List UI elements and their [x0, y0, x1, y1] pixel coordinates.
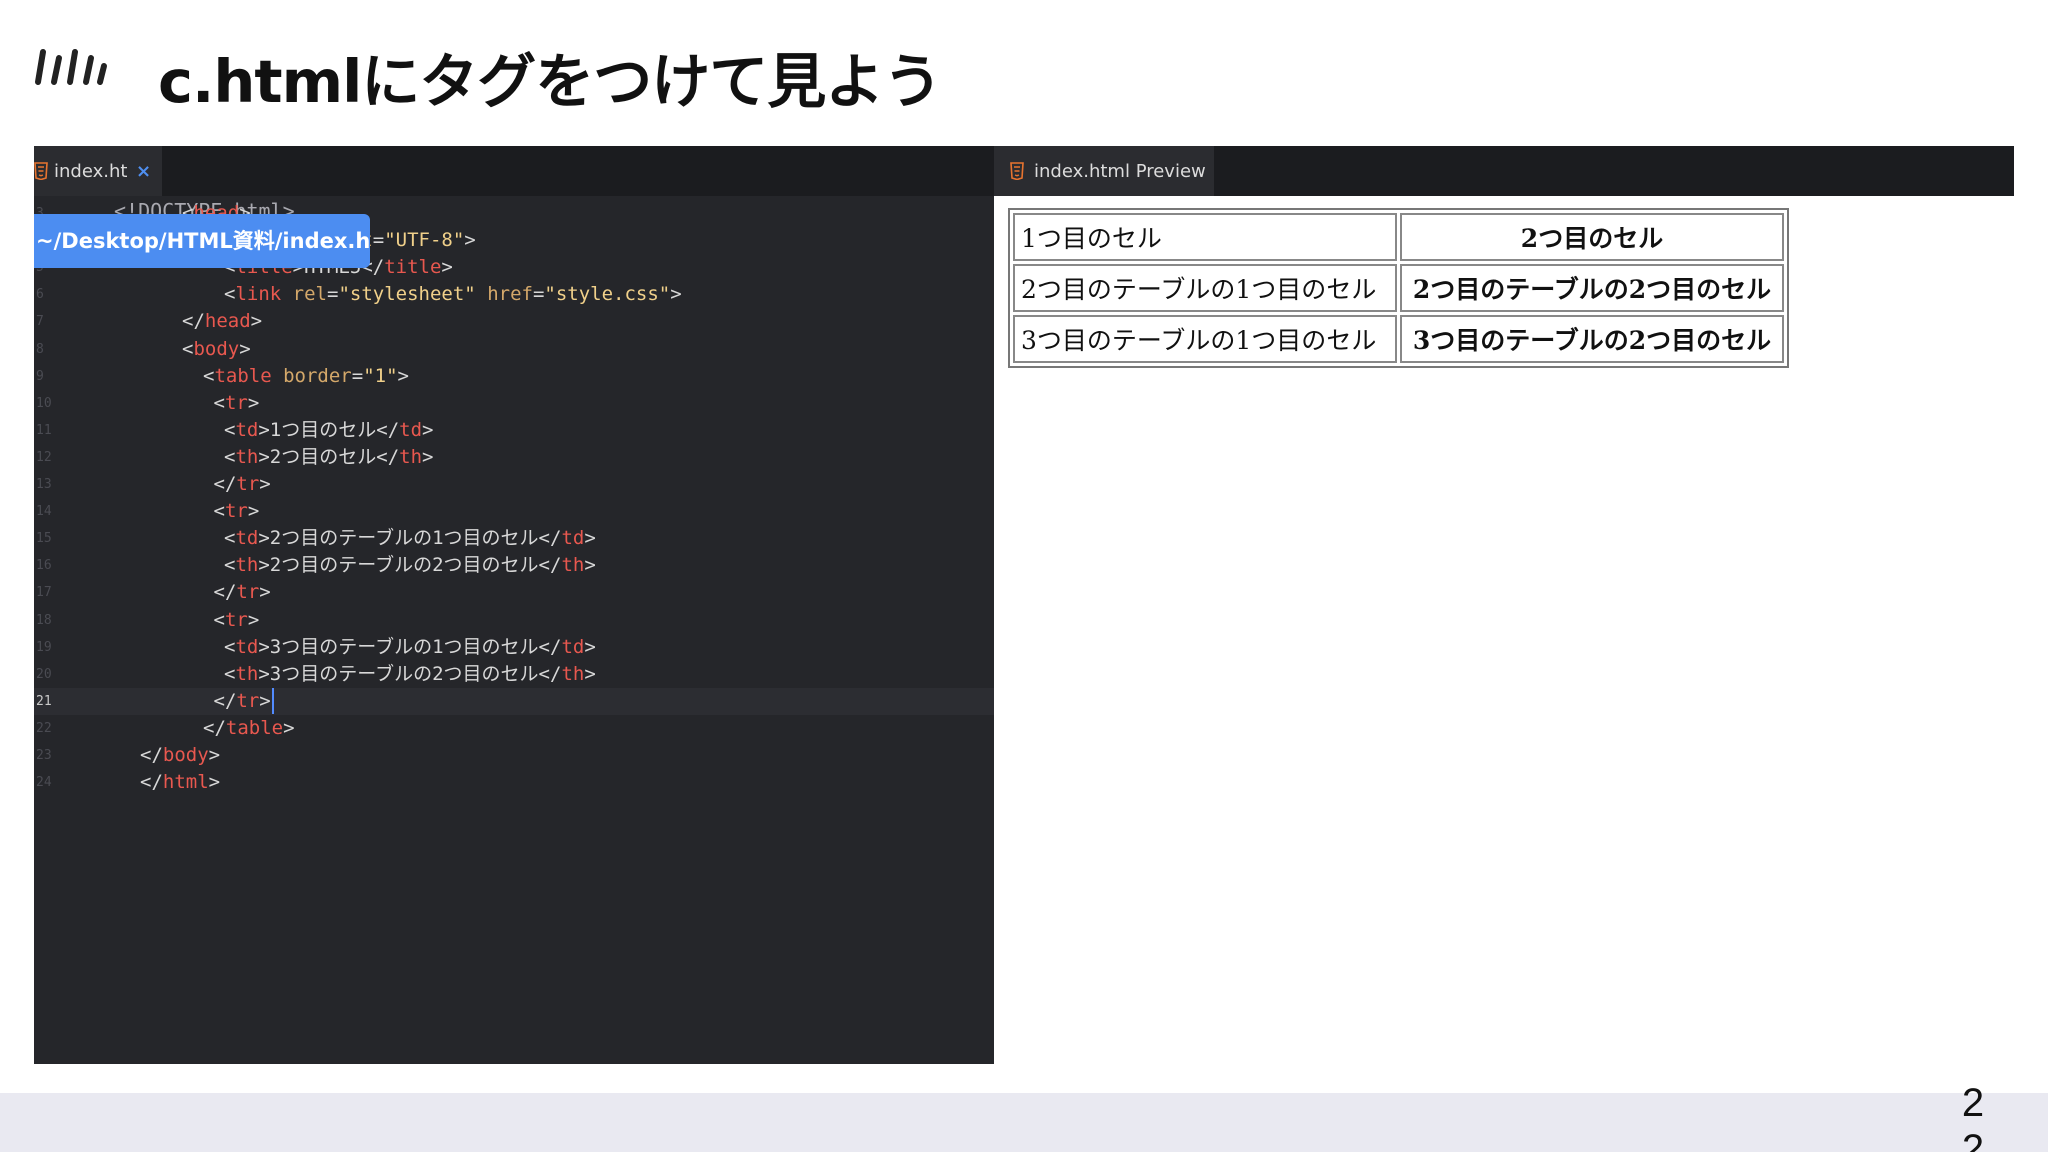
line-number: 7: [36, 314, 44, 330]
code-line[interactable]: 20 <th>3つ目のテーブルの2つ目のセル</th>: [34, 661, 994, 688]
table-row: 2つ目のテーブルの1つ目のセル 2つ目のテーブルの2つ目のセル: [1013, 264, 1784, 312]
editor-tab-bar: index.html ×: [34, 146, 994, 196]
preview-tab-bar: index.html Preview: [994, 146, 2014, 196]
code-editor[interactable]: index.html × <!DOCTYPE html> 3<head>4<me…: [34, 146, 994, 1064]
code-text: <link rel="stylesheet" href="style.css">: [224, 283, 682, 306]
code-text: </tr>: [213, 473, 271, 495]
line-number: 6: [36, 287, 44, 303]
code-line[interactable]: 12 <th>2つ目のセル</th>: [34, 444, 994, 471]
code-text: <tr>: [213, 391, 260, 414]
code-text: </table>: [203, 716, 295, 739]
code-line[interactable]: 21 </tr>: [34, 687, 994, 715]
html5-file-icon: [1010, 162, 1024, 180]
slide-title: c.htmlにタグをつけて見よう: [158, 47, 942, 116]
code-line[interactable]: 8 <body>: [34, 336, 994, 363]
code-text: </tr>: [214, 688, 274, 715]
code-text: <tr>: [213, 500, 260, 523]
line-number: 15: [36, 531, 52, 547]
rendered-table: 1つ目のセル 2つ目のセル 2つ目のテーブルの1つ目のセル 2つ目のテーブルの2つ目の…: [1008, 208, 1789, 368]
table-header-cell: 2つ目のセル: [1400, 213, 1784, 261]
table-data-cell: 2つ目のテーブルの1つ目のセル: [1013, 264, 1397, 312]
table-header-cell: 3つ目のテーブルの2つ目のセル: [1400, 315, 1784, 363]
preview-tab-label: index.html Preview: [1034, 160, 1206, 182]
code-line[interactable]: 7 </head>: [34, 308, 994, 335]
code-text: <tr>: [213, 608, 260, 631]
line-number: 12: [36, 449, 52, 465]
code-text: <td>1つ目のセル</td>: [224, 418, 434, 441]
code-line[interactable]: 6 <link rel="stylesheet" href="style.css"…: [34, 281, 994, 308]
code-text: </tr>: [213, 581, 271, 604]
line-number: 16: [36, 558, 52, 574]
table-row: 3つ目のテーブルの1つ目のセル 3つ目のテーブルの2つ目のセル: [1013, 315, 1784, 363]
code-line[interactable]: 11 <td>1つ目のセル</td>: [34, 417, 994, 444]
tab-index-html-preview[interactable]: index.html Preview: [994, 146, 1214, 196]
line-number: 9: [36, 368, 44, 384]
code-line[interactable]: 13 </tr>: [34, 471, 994, 498]
html-preview-pane: index.html Preview 1つ目のセル 2つ目のセル 2つ目のテーブルの…: [994, 146, 2014, 1064]
line-number: 13: [36, 477, 52, 492]
code-line[interactable]: 23 </body>: [34, 742, 994, 769]
code-line[interactable]: 17 </tr>: [34, 579, 994, 606]
code-text: <th>2つ目のテーブルの2つ目のセル</th>: [224, 554, 596, 577]
code-line[interactable]: 22 </table>: [34, 715, 994, 742]
code-text: <th>3つ目のテーブルの2つ目のセル</th>: [224, 662, 596, 685]
code-text: </html>: [140, 771, 221, 794]
line-number: 10: [36, 395, 52, 411]
text-caret: [271, 688, 274, 715]
line-number: 8: [36, 341, 44, 357]
code-text: <body>: [182, 337, 251, 360]
line-number: 21: [36, 693, 52, 709]
table-data-cell: 3つ目のテーブルの1つ目のセル: [1013, 315, 1397, 363]
line-number: 18: [36, 612, 52, 628]
code-line[interactable]: 24 </html>: [34, 769, 994, 796]
line-number: 14: [36, 504, 52, 520]
tab-label: index.html: [54, 160, 128, 182]
code-text: </head>: [182, 310, 263, 333]
hatch-marks-logo: [35, 49, 107, 85]
line-number: 23: [36, 748, 52, 763]
page-number: 22: [1961, 1081, 1985, 1152]
code-text: <table border="1">: [203, 364, 409, 387]
slide-footer: [0, 1093, 2048, 1152]
code-text: </body>: [140, 744, 221, 766]
code-line[interactable]: 10 <tr>: [34, 390, 994, 417]
code-line[interactable]: 9 <table border="1">: [34, 363, 994, 390]
table-row: 1つ目のセル 2つ目のセル: [1013, 213, 1784, 261]
table-data-cell: 1つ目のセル: [1013, 213, 1397, 261]
code-text: <td>3つ目のテーブルの1つ目のセル</td>: [224, 635, 596, 658]
line-number: 20: [36, 666, 52, 682]
line-number: 17: [36, 585, 52, 601]
code-line[interactable]: 14 <tr>: [34, 498, 994, 525]
code-line[interactable]: 19 <td>3つ目のテーブルの1つ目のセル</td>: [34, 634, 994, 661]
line-number: 11: [36, 422, 52, 438]
code-text: <td>2つ目のテーブルの1つ目のセル</td>: [224, 527, 596, 550]
html5-file-icon: [34, 162, 48, 180]
file-path-tooltip: ~/Desktop/HTML資料/index.html: [34, 214, 370, 268]
table-header-cell: 2つ目のテーブルの2つ目のセル: [1400, 264, 1784, 312]
tab-index-html[interactable]: index.html ×: [34, 146, 162, 196]
line-number: 22: [36, 720, 52, 736]
line-number: 24: [36, 775, 52, 791]
code-line[interactable]: 16 <th>2つ目のテーブルの2つ目のセル</th>: [34, 552, 994, 579]
code-line[interactable]: 18 <tr>: [34, 607, 994, 634]
line-number: 19: [36, 639, 52, 655]
code-line[interactable]: 15 <td>2つ目のテーブルの1つ目のセル</td>: [34, 525, 994, 552]
close-icon[interactable]: ×: [136, 161, 151, 182]
code-text: <th>2つ目のセル</th>: [224, 445, 434, 468]
